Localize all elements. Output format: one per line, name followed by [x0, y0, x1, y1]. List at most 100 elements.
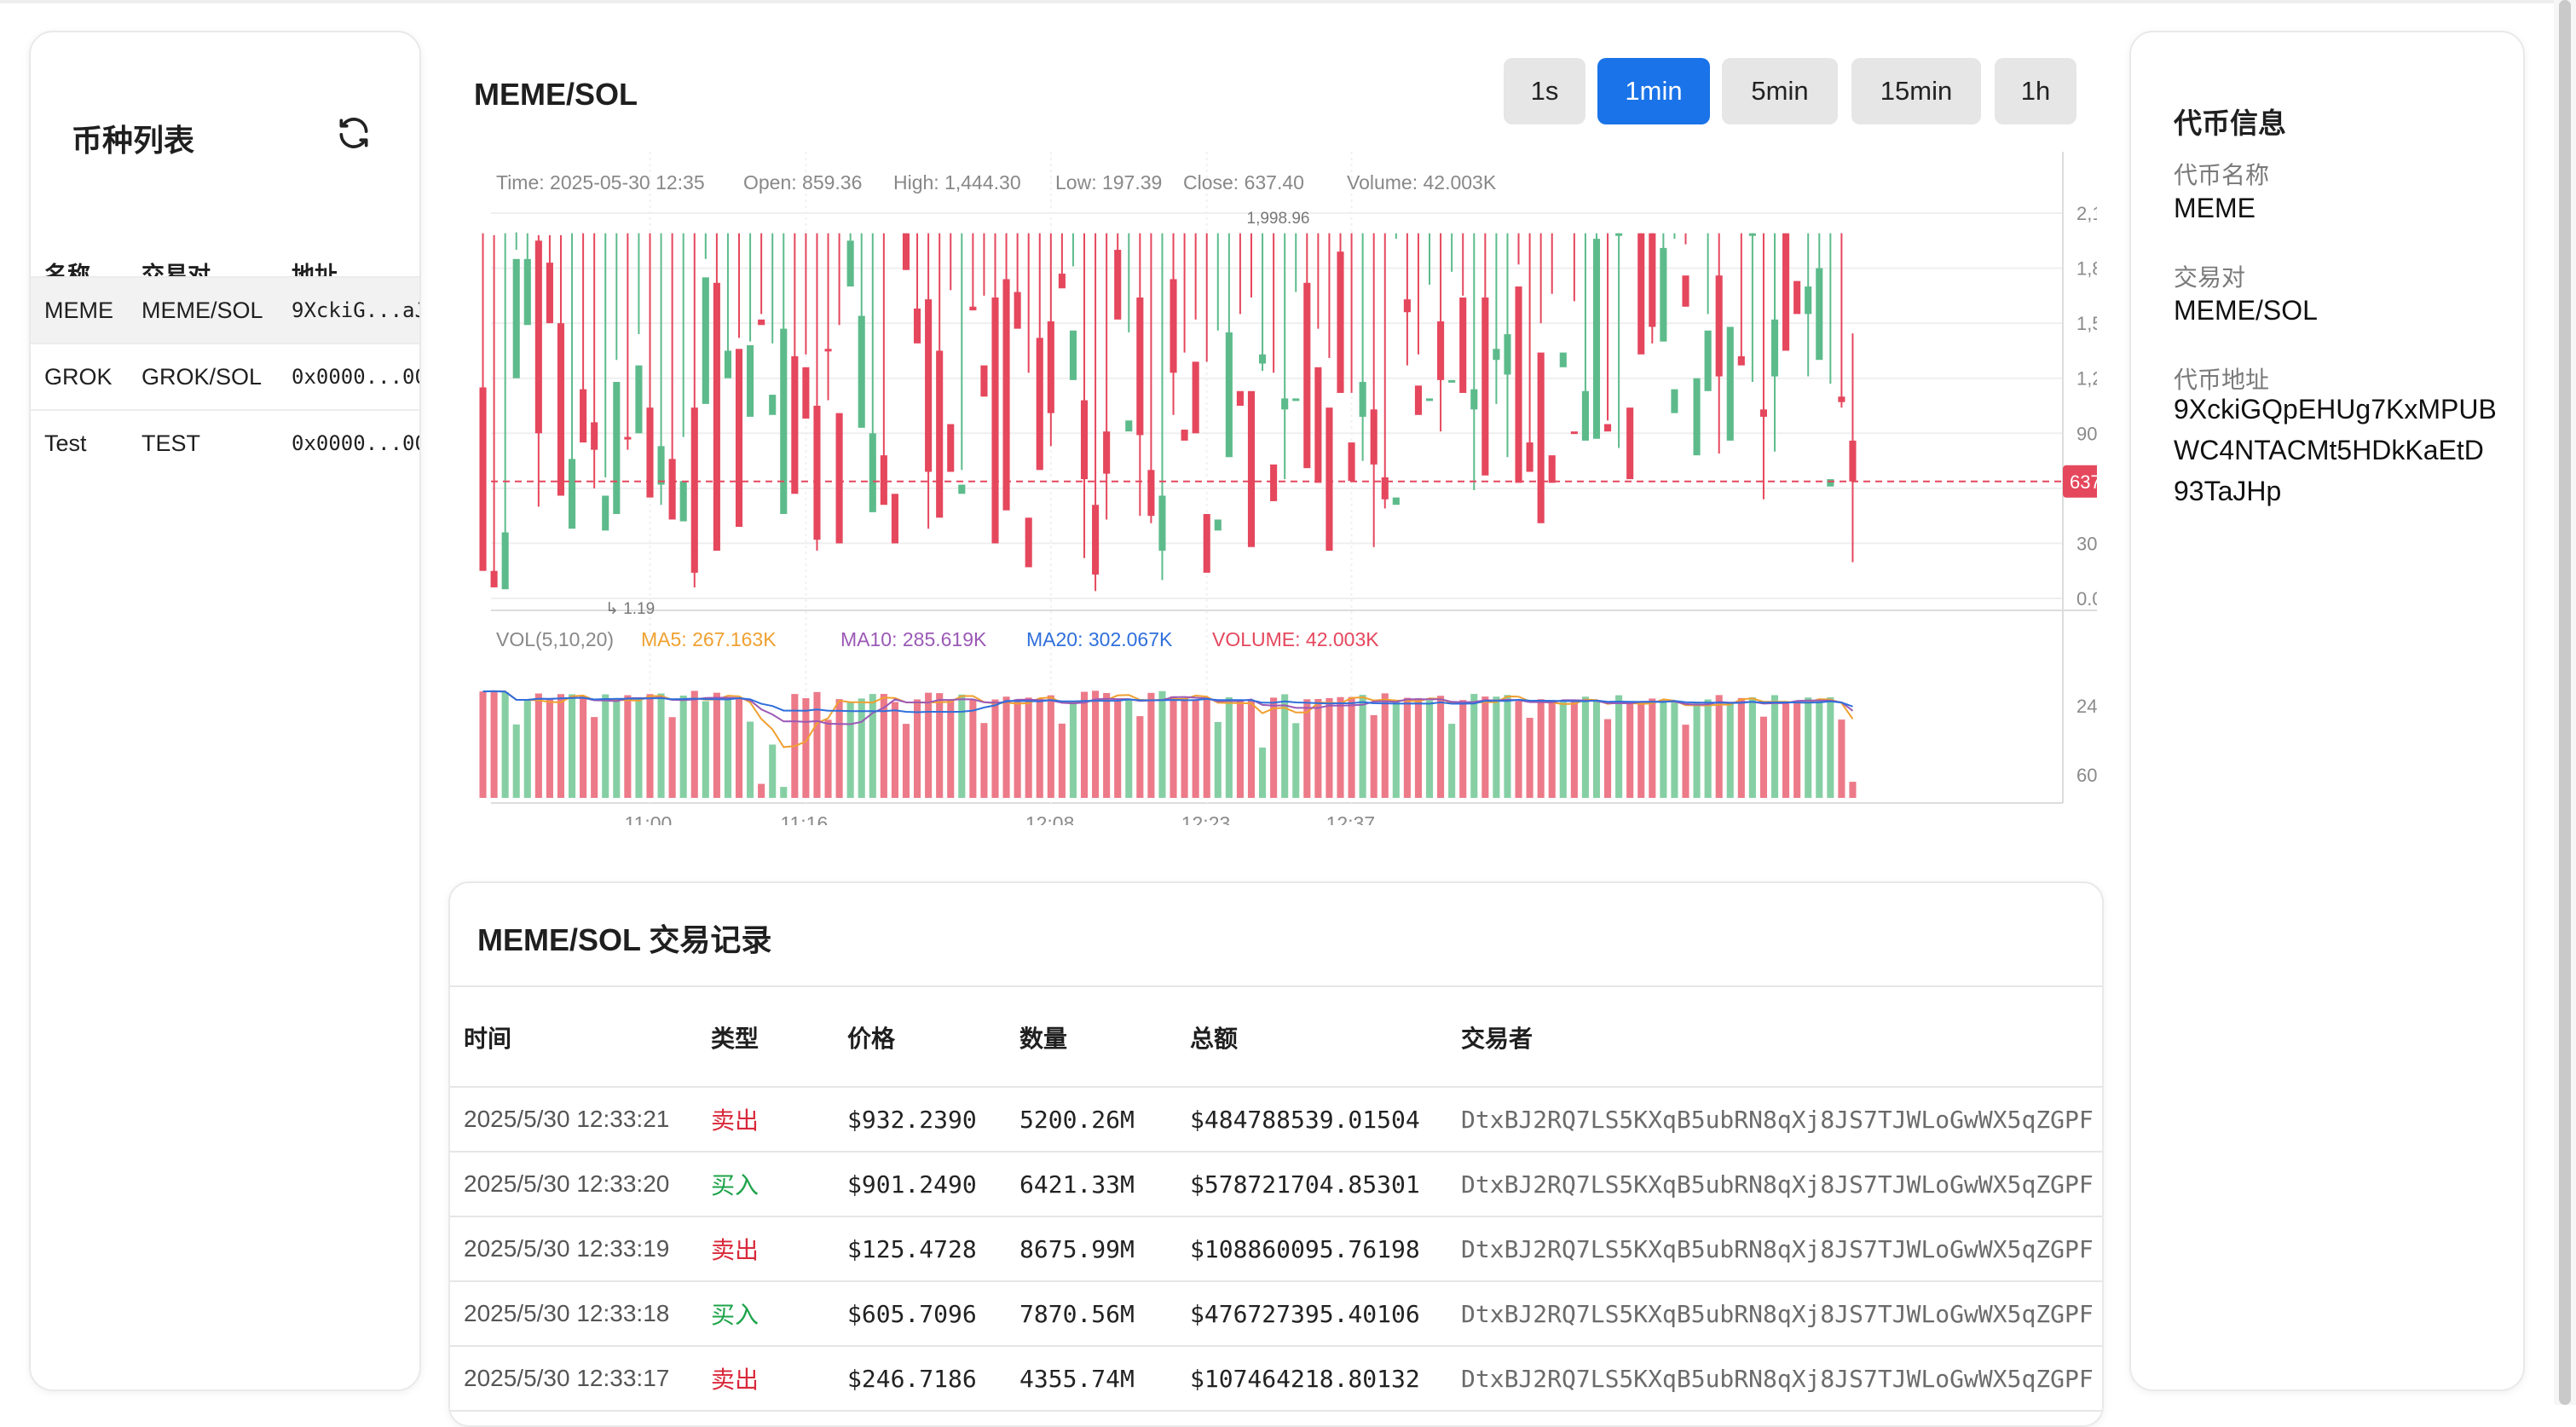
- volume-bar: [813, 691, 821, 798]
- volume-bar: [1827, 696, 1834, 798]
- refresh-icon[interactable]: [335, 114, 373, 152]
- price-tick-label: 1,200.00: [2076, 368, 2097, 390]
- candle-body: [1025, 517, 1032, 568]
- trade-total: $476727395.40106: [1190, 1299, 1420, 1328]
- trade-qty: 4902.56M: [1019, 1412, 1181, 1425]
- candle-body: [1014, 292, 1021, 329]
- volume-bar: [769, 744, 777, 798]
- candle-body: [902, 233, 910, 270]
- volume-bar: [1158, 690, 1166, 798]
- trade-price: $901.2490: [847, 1170, 977, 1199]
- vol-legend-ma5: MA5: 267.163K: [641, 628, 777, 650]
- page-scrollbar-thumb[interactable]: [2559, 0, 2571, 1405]
- volume-bar: [991, 699, 999, 798]
- col-trader-header: 交易者: [1461, 1025, 1533, 1052]
- vol-legend-ma20: MA20: 302.067K: [1026, 628, 1173, 650]
- trade-row[interactable]: 2025/5/30 12:33:20 买入 $901.2490 6421.33M $57…: [450, 1151, 2102, 1216]
- token-address-value[interactable]: 9XckiGQpEHUg7KxMPUBWC4NTACMt5HDkKaEtD93T…: [2174, 389, 2498, 511]
- coin-name: MEME: [44, 297, 113, 323]
- candle-body: [1158, 495, 1166, 552]
- volume-bar: [1515, 701, 1522, 798]
- candle-body: [1782, 233, 1790, 351]
- price-tick-label: 900.00: [2076, 423, 2097, 444]
- coin-address: 0x0000...00: [292, 365, 421, 389]
- volume-bar: [1225, 696, 1233, 798]
- coin-list-title: 币种列表: [72, 123, 195, 158]
- trade-trader: DtxBJ2RQ7LS5KXqB5ubRN8qXj8JS7TJWLoGwWX5q…: [1461, 1364, 2094, 1393]
- volume-bar: [1125, 698, 1133, 798]
- candles-layer: 1,998.96 ↳ 1.19: [479, 210, 1857, 618]
- candle-body: [1303, 282, 1311, 469]
- trade-qty: 6421.33M: [1019, 1170, 1135, 1199]
- coin-row-grok[interactable]: GROK GROK/SOL 0x0000...00: [31, 343, 421, 409]
- coin-name: Test: [44, 430, 87, 456]
- time-axis: 11:00 11:16 12:08 12:23 12:37: [625, 812, 1376, 825]
- candle-body: [858, 315, 865, 428]
- token-name-label: 代币名称: [2174, 162, 2270, 188]
- volume-bar: [1002, 696, 1010, 798]
- volume-bar: [1693, 702, 1701, 798]
- candle-body: [969, 306, 977, 311]
- candle-body: [1080, 400, 1089, 480]
- col-qty-header: 数量: [1019, 1025, 1068, 1052]
- candle-body: [1682, 275, 1689, 307]
- candle-body: [1737, 355, 1745, 366]
- volume-bar: [635, 698, 643, 798]
- candle-body: [1615, 233, 1623, 236]
- trade-row[interactable]: 2025/5/30 12:33:17 卖出 $246.7186 4355.74M $10…: [450, 1345, 2102, 1410]
- time-tick-label: 12:08: [1025, 812, 1075, 825]
- candle-body: [568, 459, 576, 529]
- trade-row[interactable]: 2025/5/30 12:33:19 卖出 $125.4728 8675.99M $10…: [450, 1216, 2102, 1280]
- trade-row[interactable]: 2025/5/30 12:33:18 买入 $605.7096 7870.56M $47…: [450, 1280, 2102, 1345]
- volume-bar: [1626, 702, 1634, 798]
- candle-body: [1592, 239, 1601, 439]
- volume-bar: [1470, 694, 1478, 798]
- volume-bar: [1025, 697, 1032, 798]
- volume-ma10-line: [482, 690, 1854, 725]
- trade-row[interactable]: 2025/5/30 12:33:16 买入 $921.5861 4902.56M $45…: [450, 1410, 2102, 1425]
- col-type-header: 类型: [711, 1025, 760, 1052]
- volume-bar: [1759, 716, 1768, 798]
- candle-body: [1036, 338, 1043, 471]
- volume-ma20-line: [482, 690, 1853, 714]
- candle-body: [1537, 352, 1545, 523]
- trade-type: 卖出: [711, 1107, 760, 1134]
- volume-bar: [824, 719, 832, 798]
- volume-bar: [1748, 697, 1756, 798]
- candle-body: [1425, 398, 1434, 402]
- candle-body: [1603, 424, 1612, 432]
- candle-body: [1559, 352, 1567, 367]
- candle-body: [769, 395, 777, 415]
- coin-pair: TEST: [142, 430, 201, 456]
- candle-body: [490, 570, 498, 588]
- volume-bar: [613, 697, 621, 798]
- candle-body: [1203, 513, 1210, 573]
- candle-body: [991, 298, 999, 544]
- time-tick-label: 12:23: [1181, 812, 1231, 825]
- timeframe-1min-button[interactable]: 1min: [1597, 58, 1710, 124]
- trade-row[interactable]: 2025/5/30 12:33:21 卖出 $932.2390 5200.26M $48…: [450, 1086, 2102, 1151]
- candle-body: [1626, 407, 1634, 480]
- candle-body: [1770, 319, 1779, 377]
- trade-qty: 7870.56M: [1019, 1299, 1135, 1328]
- volume-bar: [1737, 697, 1745, 798]
- volume-bar: [1504, 695, 1511, 798]
- volume-bar: [1236, 699, 1244, 798]
- timeframe-1h-button[interactable]: 1h: [1995, 58, 2076, 124]
- candlestick-chart[interactable]: Time: 2025-05-30 12:35 Open: 859.36 High…: [460, 143, 2097, 825]
- timeframe-15min-button[interactable]: 15min: [1851, 58, 1981, 124]
- top-border: [0, 0, 2576, 3]
- volume-bar: [1247, 700, 1256, 798]
- candle-body: [802, 367, 810, 419]
- volume-bar: [1570, 700, 1578, 798]
- volume-bar: [1192, 699, 1199, 798]
- price-tick-label: 1,500.00: [2076, 313, 2097, 334]
- timeframe-5min-button[interactable]: 5min: [1722, 58, 1838, 124]
- volume-bar: [557, 694, 565, 798]
- coin-row-test[interactable]: Test TEST 0x0000...00: [31, 409, 419, 476]
- coin-row-meme[interactable]: MEME MEME/SOL 9XckiG...aJ: [31, 276, 419, 343]
- volume-layer: [479, 690, 1857, 798]
- timeframe-1s-button[interactable]: 1s: [1504, 58, 1585, 124]
- volume-bar: [1649, 698, 1656, 798]
- candle-body: [747, 344, 754, 417]
